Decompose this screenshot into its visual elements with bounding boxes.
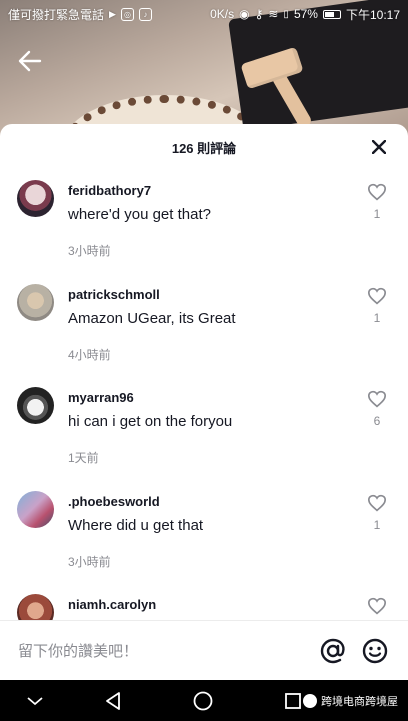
- heart-icon: [367, 390, 387, 408]
- eye-icon: ◉: [239, 7, 250, 21]
- wifi-icon: ≋: [268, 7, 279, 21]
- comment-item: patrickschmoll Amazon UGear, its Great 4…: [0, 274, 408, 378]
- nav-home-button[interactable]: [190, 688, 216, 714]
- like-button[interactable]: 6: [366, 390, 388, 428]
- battery-percent: 57%: [293, 7, 318, 21]
- comment-username[interactable]: feridbathory7: [68, 183, 408, 201]
- heart-icon: [367, 597, 387, 615]
- like-button[interactable]: 1: [366, 183, 388, 221]
- like-button[interactable]: [366, 597, 388, 615]
- key-icon: ⚷: [254, 7, 264, 21]
- like-count: 1: [373, 207, 381, 221]
- navigation-bar: 跨境电商跨境屋: [0, 680, 408, 721]
- like-count: 1: [373, 517, 381, 532]
- at-sign-icon: [320, 638, 345, 663]
- comment-text: Where did u get that: [68, 516, 204, 534]
- heart-icon: [367, 287, 387, 304]
- circle-home-icon: [193, 691, 213, 711]
- back-arrow-icon: [18, 50, 42, 72]
- comment-time: 1天前: [68, 451, 99, 465]
- comment-username[interactable]: .phoebesworld: [68, 494, 408, 512]
- square-recents-icon: [285, 693, 301, 709]
- collapse-button[interactable]: [22, 688, 48, 714]
- avatar[interactable]: [17, 283, 54, 321]
- close-icon: [372, 140, 386, 154]
- avatar[interactable]: [17, 180, 54, 217]
- comment-input[interactable]: 留下你的讚美吧！: [18, 640, 306, 661]
- comment-item: feridbathory7 where'd you get that? 3小時前…: [0, 170, 408, 274]
- play-icon: ▶: [109, 8, 116, 19]
- watermark-logo-icon: [303, 694, 317, 708]
- status-bar: 僅可撥打緊急電話 ▶ ◎ ♪ 0K/s ◉ ⚷ ≋ ▯ 57% 下午10:17: [0, 0, 408, 28]
- comment-item: .phoebesworld Where did u get that 3小時前 …: [0, 481, 408, 585]
- chevron-down-icon: [27, 697, 43, 706]
- comment-sheet: 126 則評論 feridbathory7 where'd you get th…: [0, 124, 408, 680]
- comment-input-bar: 留下你的讚美吧！: [0, 620, 408, 680]
- comment-text: where'd you get that?: [68, 206, 211, 223]
- comment-username[interactable]: myarran96: [68, 390, 408, 408]
- like-count: 1: [373, 310, 381, 325]
- battery-icon: [322, 9, 341, 19]
- comment-list[interactable]: feridbathory7 where'd you get that? 3小時前…: [0, 170, 408, 620]
- avatar[interactable]: [17, 387, 54, 424]
- mention-button[interactable]: [318, 636, 348, 666]
- network-speed: 0K/s: [210, 7, 235, 21]
- like-button[interactable]: 1: [366, 494, 388, 532]
- emoji-button[interactable]: [360, 636, 390, 666]
- avatar[interactable]: [17, 490, 54, 528]
- status-left: 僅可撥打緊急電話 ▶ ◎ ♪: [8, 6, 152, 23]
- comment-text: Amazon UGear, its Great: [68, 309, 236, 327]
- clock: 下午10:17: [345, 7, 400, 22]
- comment-time: 3小時前: [68, 244, 111, 258]
- avatar[interactable]: [17, 594, 54, 620]
- smiley-icon: [362, 638, 388, 663]
- like-count: 6: [373, 414, 381, 428]
- nav-back-button[interactable]: [100, 688, 126, 714]
- comment-username[interactable]: niamh.carolyn: [68, 597, 408, 615]
- comment-item: myarran96 hi can i get on the foryou 1天前…: [0, 377, 408, 481]
- comment-text: hi can i get on the foryou: [68, 413, 233, 430]
- comment-item: niamh.carolyn: [0, 584, 408, 620]
- comment-count-title: 126 則評論: [171, 140, 237, 156]
- tiktok-icon: ♪: [138, 7, 152, 21]
- heart-icon: [367, 183, 387, 201]
- status-right: 0K/s ◉ ⚷ ≋ ▯ 57% 下午10:17: [210, 6, 400, 23]
- watermark-text: 跨境电商跨境屋: [321, 696, 398, 708]
- sheet-header: 126 則評論: [0, 124, 408, 170]
- comment-username[interactable]: patrickschmoll: [68, 287, 408, 305]
- triangle-back-icon: [106, 692, 120, 710]
- heart-icon: [367, 494, 387, 511]
- app-icon: ◎: [120, 7, 134, 21]
- watermark: 跨境电商跨境屋: [303, 693, 398, 709]
- sim-icon: ▯: [283, 8, 289, 20]
- carrier-text: 僅可撥打緊急電話: [8, 7, 105, 22]
- back-button[interactable]: [14, 46, 46, 76]
- like-button[interactable]: 1: [366, 287, 388, 325]
- comment-time: 3小時前: [68, 554, 111, 569]
- comment-time: 4小時前: [68, 347, 111, 362]
- close-button[interactable]: [368, 136, 390, 158]
